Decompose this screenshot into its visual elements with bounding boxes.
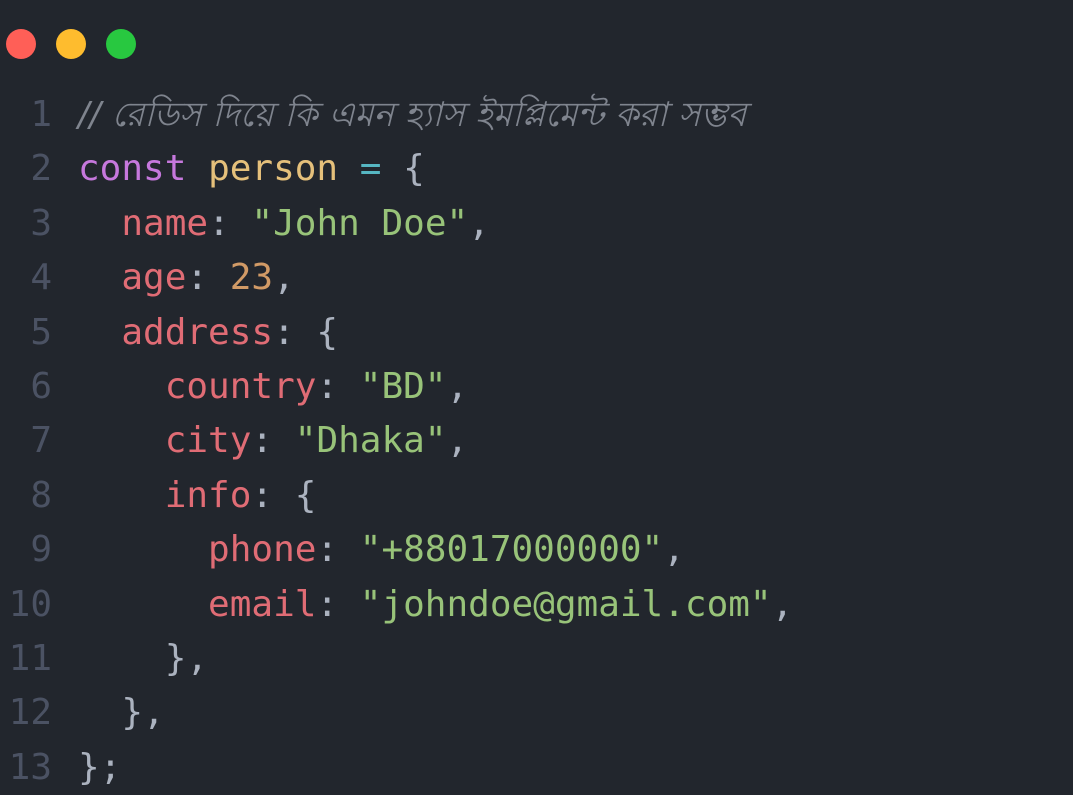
token-property: age xyxy=(121,257,187,299)
line-number: 12 xyxy=(8,692,52,734)
line-number: 2 xyxy=(30,148,52,190)
code-line: 1 // রেডিস দিয়ে কি এমন হ্যাস ইমপ্লিমেন্ট… xyxy=(0,88,1073,142)
token-punctuation: : xyxy=(208,202,252,244)
window-titlebar xyxy=(0,0,1073,88)
token-punctuation: }, xyxy=(78,692,165,734)
token-property: city xyxy=(164,420,252,462)
token-string: "johndoe@gmail.com" xyxy=(359,583,772,625)
token-punctuation: , xyxy=(771,583,794,625)
token-comment: // রেডিস দিয়ে কি এমন হ্যাস ইমপ্লিমেন্ট … xyxy=(78,95,747,135)
token-punctuation: : xyxy=(186,257,230,299)
line-number: 10 xyxy=(8,583,52,625)
code-line: 4 age: 23, xyxy=(0,251,1073,305)
line-content: }, xyxy=(78,686,165,740)
line-content: phone: "+88017000000", xyxy=(78,523,685,577)
token-keyword: const xyxy=(78,148,187,190)
token-property: country xyxy=(164,365,317,407)
code-line: 10 email: "johndoe@gmail.com", xyxy=(0,578,1073,632)
token-string: "+88017000000" xyxy=(359,529,664,571)
code-line: 11 }, xyxy=(0,632,1073,686)
token-punctuation: , xyxy=(663,529,685,571)
token-property: email xyxy=(208,583,317,625)
token-property: name xyxy=(121,202,209,244)
close-button[interactable] xyxy=(6,29,36,59)
code-line: 3 name: "John Doe", xyxy=(0,197,1073,251)
line-number: 1 xyxy=(30,94,52,135)
line-content: // রেডিস দিয়ে কি এমন হ্যাস ইমপ্লিমেন্ট … xyxy=(78,88,746,142)
code-window: 1 // রেডিস দিয়ে কি এমন হ্যাস ইমপ্লিমেন্ট… xyxy=(0,0,1073,795)
token-operator: = xyxy=(359,148,382,190)
code-line: 13}; xyxy=(0,741,1073,795)
line-content: const person = { xyxy=(78,142,425,196)
token-punctuation: , xyxy=(446,420,469,462)
code-line: 12 }, xyxy=(0,686,1073,740)
line-content: city: "Dhaka", xyxy=(78,414,468,468)
token-number: 23 xyxy=(229,257,274,299)
token-property: info xyxy=(164,474,252,516)
token-punctuation xyxy=(78,312,121,353)
token-punctuation: , xyxy=(446,365,469,407)
token-punctuation: }, xyxy=(78,637,209,679)
token-string: "John Doe" xyxy=(251,202,469,244)
line-number: 9 xyxy=(30,529,52,571)
line-content: email: "johndoe@gmail.com", xyxy=(78,578,793,632)
line-content: age: 23, xyxy=(78,251,295,305)
token-punctuation xyxy=(78,584,208,625)
token-punctuation: : xyxy=(316,365,360,407)
token-punctuation xyxy=(338,148,360,189)
code-line: 5 address: { xyxy=(0,306,1073,360)
token-punctuation: , xyxy=(468,202,490,244)
token-punctuation: : xyxy=(316,583,360,625)
line-number: 4 xyxy=(30,257,52,299)
line-number: 5 xyxy=(30,311,52,353)
code-line: 8 info: { xyxy=(0,469,1073,523)
line-number: 6 xyxy=(30,365,52,407)
token-punctuation xyxy=(78,529,208,570)
token-property: address xyxy=(121,311,274,353)
line-number: 11 xyxy=(8,637,52,679)
token-punctuation: : xyxy=(316,529,360,571)
token-punctuation: : xyxy=(251,420,295,462)
line-content: }, xyxy=(78,632,208,686)
code-line: 6 country: "BD", xyxy=(0,360,1073,414)
token-punctuation xyxy=(78,257,121,298)
line-number: 7 xyxy=(30,420,52,462)
token-property: phone xyxy=(208,529,317,571)
line-content: country: "BD", xyxy=(78,360,468,414)
token-punctuation: : { xyxy=(251,474,317,516)
maximize-button[interactable] xyxy=(106,29,136,59)
line-content: info: { xyxy=(78,469,317,523)
line-content: address: { xyxy=(78,306,338,360)
minimize-button[interactable] xyxy=(56,29,86,59)
token-punctuation xyxy=(78,420,165,461)
token-punctuation xyxy=(78,366,165,407)
token-string: "BD" xyxy=(359,365,447,407)
token-punctuation: : { xyxy=(273,311,339,353)
line-content: name: "John Doe", xyxy=(78,197,490,251)
code-line: 2 const person = { xyxy=(0,142,1073,196)
line-content: }; xyxy=(78,741,121,795)
code-editor[interactable]: 1 // রেডিস দিয়ে কি এমন হ্যাস ইমপ্লিমেন্ট… xyxy=(0,88,1073,795)
line-number: 8 xyxy=(30,474,52,516)
token-punctuation xyxy=(78,475,165,516)
token-punctuation xyxy=(186,148,208,189)
code-line: 7 city: "Dhaka", xyxy=(0,414,1073,468)
token-string: "Dhaka" xyxy=(294,420,447,462)
token-punctuation xyxy=(78,203,121,244)
token-punctuation: { xyxy=(381,148,425,190)
token-punctuation: }; xyxy=(78,746,122,788)
line-number: 3 xyxy=(30,202,52,244)
token-punctuation: , xyxy=(273,257,295,299)
line-number: 13 xyxy=(8,746,52,788)
token-variable: person xyxy=(208,148,339,190)
code-line: 9 phone: "+88017000000", xyxy=(0,523,1073,577)
